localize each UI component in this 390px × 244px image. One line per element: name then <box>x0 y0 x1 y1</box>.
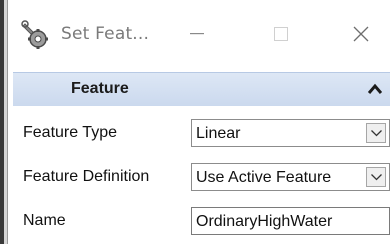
close-icon <box>353 26 369 42</box>
close-button[interactable] <box>335 12 387 56</box>
name-label: Name <box>23 212 66 229</box>
feature-definition-dropdown[interactable]: Use Active Feature <box>191 163 390 191</box>
maximize-button[interactable] <box>255 12 307 56</box>
set-feature-window: Set Feat... Feature Feature Type Linear … <box>9 0 390 244</box>
minimize-icon <box>190 33 204 35</box>
title-bar[interactable]: Set Feat... <box>9 10 390 64</box>
feature-type-value: Linear <box>196 125 241 142</box>
feature-section-header[interactable]: Feature <box>13 72 390 106</box>
maximize-icon <box>274 27 288 41</box>
feature-type-label: Feature Type <box>23 124 117 141</box>
minimize-button[interactable] <box>171 12 223 56</box>
gear-wrench-icon <box>21 20 49 50</box>
desktop-background <box>0 0 8 244</box>
property-row-feature-type: Feature Type Linear <box>13 116 390 152</box>
section-title: Feature <box>71 80 129 97</box>
property-row-feature-definition: Feature Definition Use Active Feature <box>13 160 390 196</box>
feature-definition-value: Use Active Feature <box>196 169 332 186</box>
chevron-up-icon[interactable] <box>367 82 383 100</box>
desktop-edge <box>0 0 4 244</box>
feature-type-dropdown[interactable]: Linear <box>191 119 390 147</box>
feature-type-dropdown-button[interactable] <box>366 123 386 143</box>
feature-definition-dropdown-button[interactable] <box>366 167 386 187</box>
property-row-name: Name OrdinaryHighWater <box>13 204 390 240</box>
name-field[interactable]: OrdinaryHighWater <box>191 207 390 235</box>
chevron-down-icon <box>371 174 382 181</box>
name-value: OrdinaryHighWater <box>196 213 333 230</box>
window-title: Set Feat... <box>61 24 150 44</box>
chevron-down-icon <box>371 130 382 137</box>
feature-definition-label: Feature Definition <box>23 168 150 185</box>
